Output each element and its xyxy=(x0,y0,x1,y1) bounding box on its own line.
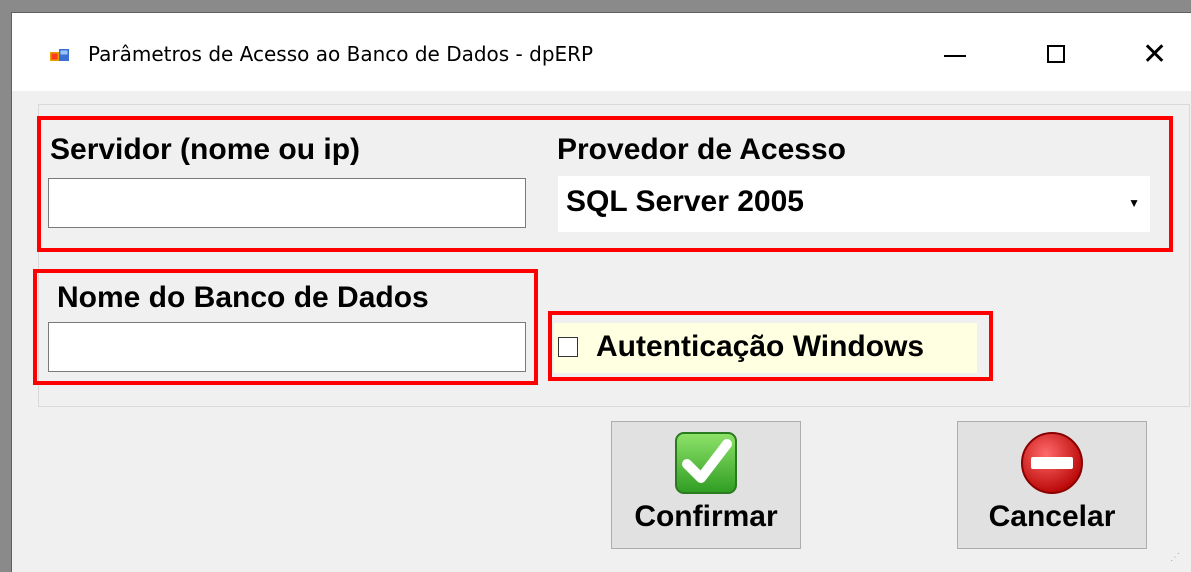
maximize-icon xyxy=(1047,45,1065,63)
highlight-box-banco xyxy=(33,269,538,385)
no-entry-icon xyxy=(1021,432,1083,494)
app-icon xyxy=(50,49,69,61)
cancel-label: Cancelar xyxy=(988,500,1116,533)
highlight-box-servidor-provedor xyxy=(37,116,1173,252)
close-icon: ✕ xyxy=(1142,37,1168,72)
confirm-label: Confirmar xyxy=(634,500,778,533)
highlight-box-autenticacao xyxy=(548,311,993,381)
resize-grip-icon[interactable]: ⋰ xyxy=(1170,552,1183,566)
checkmark-icon xyxy=(675,432,737,494)
title-bar[interactable]: Parâmetros de Acesso ao Banco de Dados -… xyxy=(12,13,1191,91)
confirm-button[interactable]: Confirmar xyxy=(611,421,801,549)
maximize-button[interactable] xyxy=(1026,35,1086,75)
close-button[interactable]: ✕ xyxy=(1126,35,1186,75)
minimize-icon xyxy=(944,55,966,57)
cancel-button[interactable]: Cancelar xyxy=(957,421,1147,549)
window-title: Parâmetros de Acesso ao Banco de Dados -… xyxy=(88,42,594,66)
minimize-button[interactable] xyxy=(924,35,984,75)
